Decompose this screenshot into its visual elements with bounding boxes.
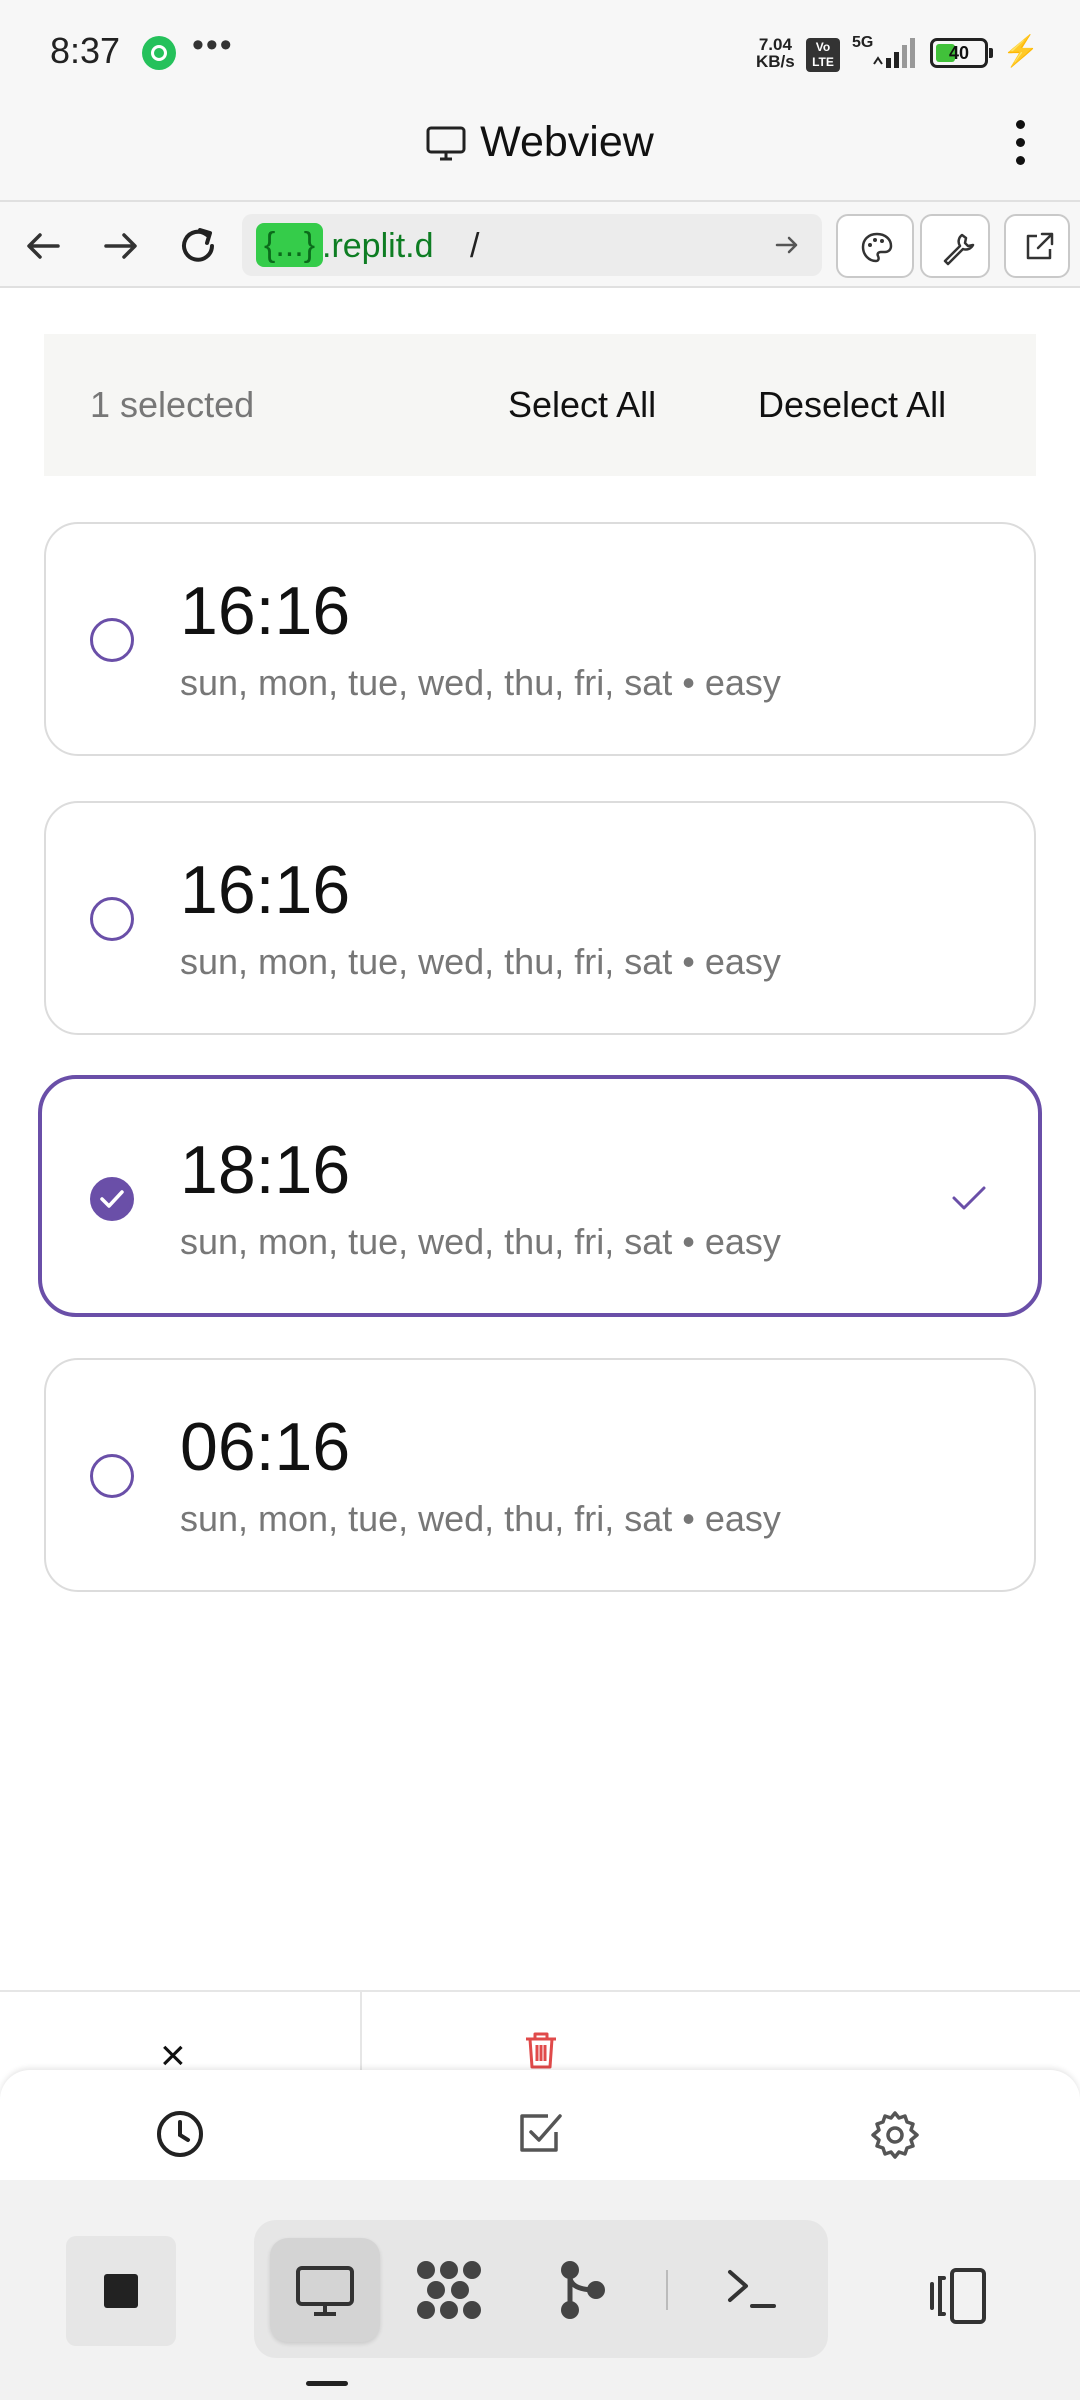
url-host-tag: {...} (256, 223, 324, 267)
url-path: / (470, 227, 480, 265)
tab-alarms[interactable] (0, 2070, 360, 2180)
network-type: 5G (852, 34, 874, 51)
trash-icon[interactable] (522, 2030, 560, 2070)
back-arrow-icon[interactable] (20, 222, 68, 270)
page-title: Webview (0, 118, 1080, 167)
alarm-time: 06:16 (180, 1409, 351, 1485)
volte-label-top: Vo (815, 40, 831, 54)
signal-icon (873, 38, 915, 68)
url-toolbar: {...} .replit.d / (0, 200, 1080, 288)
alarm-details: sun, mon, tue, wed, thu, fri, sat • easy (180, 941, 781, 982)
more-options-icon[interactable] (1000, 120, 1040, 180)
stop-button[interactable] (66, 2236, 176, 2346)
alarm-time: 16:16 (180, 573, 351, 649)
replit-bottom-bar (0, 2180, 1080, 2400)
status-overflow: ••• (192, 26, 234, 64)
tab-tasks[interactable] (360, 2070, 720, 2180)
open-external-icon (1026, 232, 1054, 260)
monitor-icon (296, 2266, 354, 2316)
dots-grid-icon[interactable] (414, 2258, 484, 2322)
clock-icon (157, 2111, 203, 2157)
bottom-tab-bar (0, 2070, 1080, 2180)
net-speed-value: 7.04 (758, 35, 792, 54)
url-host: .replit.d (322, 227, 434, 265)
terminal-icon[interactable] (724, 2264, 780, 2314)
selected-check-icon (952, 1186, 986, 1210)
select-radio-checked[interactable] (90, 1177, 134, 1221)
alarm-details: sun, mon, tue, wed, thu, fri, sat • easy (180, 1498, 781, 1539)
stop-icon (104, 2274, 138, 2308)
git-branch-icon[interactable] (554, 2260, 608, 2320)
deselect-all-button[interactable]: Deselect All (758, 384, 946, 426)
wrench-icon (943, 233, 975, 266)
select-radio[interactable] (90, 618, 134, 662)
home-indicator (306, 2381, 348, 2386)
charging-icon: ⚡ (1002, 35, 1040, 68)
monitor-icon (426, 126, 466, 161)
page-title-text: Webview (480, 118, 654, 166)
alarm-card-selected[interactable]: 18:16 sun, mon, tue, wed, thu, fri, sat … (38, 1075, 1042, 1317)
url-input[interactable]: {...} .replit.d / (242, 214, 822, 276)
devices-icon[interactable] (922, 2266, 992, 2326)
select-radio[interactable] (90, 1454, 134, 1498)
webview-header: Webview (0, 100, 1080, 200)
select-all-button[interactable]: Select All (508, 384, 656, 426)
checkbox-icon (520, 2114, 562, 2152)
tool-switcher (254, 2220, 828, 2358)
palette-icon (861, 232, 893, 263)
alarm-card[interactable]: 06:16 sun, mon, tue, wed, thu, fri, sat … (44, 1358, 1036, 1592)
selected-count: 1 selected (90, 384, 255, 425)
battery-level: 40 (948, 43, 970, 63)
alarm-details: sun, mon, tue, wed, thu, fri, sat • easy (180, 662, 781, 703)
status-bar: 8:37 ••• 7.04 KB/s Vo LTE 5G 40 ⚡ (0, 0, 1080, 100)
devtools-button[interactable] (920, 214, 990, 278)
select-radio[interactable] (90, 897, 134, 941)
alarm-card[interactable]: 16:16 sun, mon, tue, wed, thu, fri, sat … (44, 801, 1036, 1035)
alarm-time: 18:16 (180, 1132, 351, 1208)
theme-button[interactable] (836, 214, 914, 278)
alarm-details: sun, mon, tue, wed, thu, fri, sat • easy (180, 1221, 781, 1262)
open-external-button[interactable] (1004, 214, 1070, 278)
checkmark-icon (100, 1190, 124, 1208)
selection-action-bar: × (0, 1990, 1080, 2082)
volte-icon: Vo LTE (806, 38, 840, 72)
forward-arrow-icon[interactable] (96, 222, 144, 270)
webview-tool-button[interactable] (270, 2238, 380, 2342)
volte-label-bottom: LTE (812, 55, 834, 69)
whatsapp-icon (142, 36, 176, 70)
gear-icon (871, 2111, 919, 2159)
go-arrow-icon[interactable] (772, 230, 802, 260)
alarm-card[interactable]: 16:16 sun, mon, tue, wed, thu, fri, sat … (44, 522, 1036, 756)
net-speed-unit: KB/s (756, 52, 795, 71)
net-speed: 7.04 KB/s (756, 36, 795, 70)
status-time: 8:37 (50, 30, 121, 71)
reload-icon[interactable] (174, 222, 222, 270)
alarm-time: 16:16 (180, 852, 351, 928)
selection-header: 1 selected Select All Deselect All (44, 334, 1036, 476)
tab-settings[interactable] (720, 2070, 1080, 2180)
battery-icon: 40 (930, 38, 993, 68)
